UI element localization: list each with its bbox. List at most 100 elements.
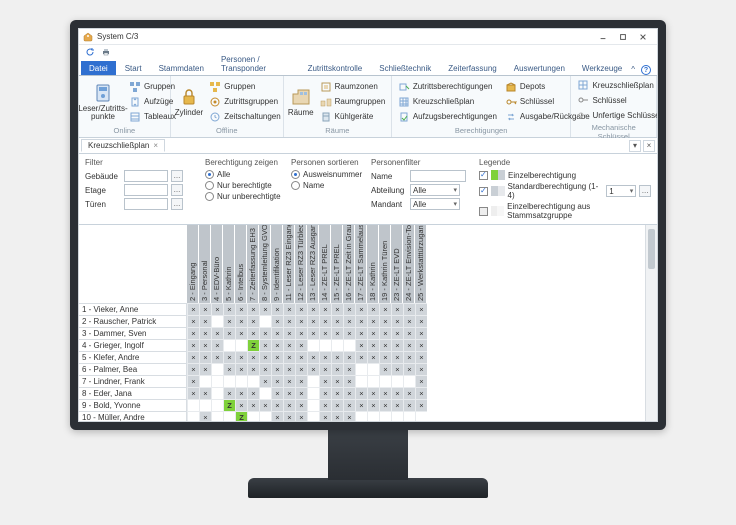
matrix-cell[interactable]: × (283, 315, 295, 327)
column-header[interactable]: 6 - Intelbus (235, 225, 247, 303)
matrix-cell[interactable]: × (331, 303, 343, 315)
matrix-cell[interactable]: × (415, 327, 427, 339)
ribbon-tab-zutritt[interactable]: Zutrittskontrolle (300, 61, 371, 75)
ribbon-tab-datei[interactable]: Datei (81, 61, 116, 75)
matrix-cell[interactable]: × (271, 303, 283, 315)
matrix-cell[interactable]: × (367, 303, 379, 315)
matrix-cell[interactable]: × (283, 411, 295, 421)
ribbon-btn-zeitschaltungen[interactable]: Zeitschaltungen (207, 110, 282, 124)
matrix-cell[interactable]: × (283, 375, 295, 387)
matrix-cell[interactable]: × (307, 363, 319, 375)
matrix-cell[interactable]: × (331, 315, 343, 327)
matrix-cell[interactable]: × (355, 327, 367, 339)
filter-etage-picker[interactable]: … (171, 184, 183, 196)
column-header[interactable]: 9 - Identifikation (271, 225, 283, 303)
matrix-cell[interactable]: × (367, 315, 379, 327)
matrix-cell[interactable]: × (367, 327, 379, 339)
minimize-button[interactable] (593, 30, 613, 44)
matrix-cell[interactable]: × (247, 363, 259, 375)
matrix-cell[interactable]: × (355, 399, 367, 411)
matrix-cell[interactable]: × (235, 303, 247, 315)
matrix-cell[interactable]: × (271, 363, 283, 375)
column-header[interactable]: 11 - Leser RZ3 Eingang (283, 225, 295, 303)
ribbon-btn-kuehlgeraete[interactable]: Kühlgeräte (318, 110, 388, 124)
matrix-cell[interactable]: × (259, 327, 271, 339)
checkbox-icon[interactable] (479, 207, 488, 216)
matrix-cell[interactable]: Z (223, 399, 235, 411)
matrix-cell[interactable]: × (283, 363, 295, 375)
matrix-cell[interactable]: × (391, 327, 403, 339)
column-header[interactable]: 15 - ZE-LT PREL (331, 225, 343, 303)
ribbon-tab-zeit[interactable]: Zeiterfassung (440, 61, 504, 75)
matrix-cell[interactable]: × (271, 387, 283, 399)
matrix-cell[interactable]: × (283, 327, 295, 339)
matrix-cell[interactable]: × (247, 387, 259, 399)
row-header[interactable]: 2 - Rauscher, Patrick (79, 315, 187, 327)
matrix-cell[interactable]: × (247, 351, 259, 363)
doc-menu-button[interactable]: ▾ (629, 140, 641, 152)
column-header[interactable]: 13 - Leser RZ3 Ausgang (307, 225, 319, 303)
matrix-cell[interactable]: × (319, 315, 331, 327)
ribbon-tab-start[interactable]: Start (117, 61, 150, 75)
pf-abteilung-select[interactable]: Alle▾ (410, 184, 460, 196)
matrix-cell[interactable] (331, 339, 343, 351)
matrix-cell[interactable]: × (247, 303, 259, 315)
matrix-cell[interactable]: × (271, 351, 283, 363)
matrix-cell[interactable]: × (295, 315, 307, 327)
matrix-cell[interactable]: × (295, 387, 307, 399)
close-button[interactable] (633, 30, 653, 44)
matrix-cell[interactable]: × (235, 315, 247, 327)
row-header[interactable]: 8 - Eder, Jana (79, 387, 187, 399)
matrix-cell[interactable]: × (295, 339, 307, 351)
matrix-cell[interactable]: × (319, 303, 331, 315)
matrix-cell[interactable]: × (403, 363, 415, 375)
matrix-cell[interactable]: × (259, 375, 271, 387)
matrix-cell[interactable]: × (343, 375, 355, 387)
column-header[interactable]: 12 - Leser RZ3 Türblech (295, 225, 307, 303)
matrix-cell[interactable] (187, 399, 199, 411)
checkbox-icon[interactable] (479, 171, 488, 180)
matrix-cell[interactable]: × (199, 411, 211, 421)
matrix-cell[interactable]: × (355, 315, 367, 327)
matrix-cell[interactable] (319, 339, 331, 351)
matrix-cell[interactable]: × (259, 351, 271, 363)
matrix-cell[interactable]: × (199, 327, 211, 339)
matrix-cell[interactable] (379, 375, 391, 387)
matrix-cell[interactable]: × (295, 375, 307, 387)
matrix-cell[interactable]: × (247, 315, 259, 327)
column-header[interactable]: 18 - Kathrin (367, 225, 379, 303)
matrix-cell[interactable]: × (343, 411, 355, 421)
matrix-cell[interactable]: × (187, 303, 199, 315)
matrix-cell[interactable]: × (379, 327, 391, 339)
matrix-cell[interactable]: × (415, 315, 427, 327)
filter-tueren-picker[interactable]: … (171, 198, 183, 210)
matrix-cell[interactable]: × (283, 351, 295, 363)
matrix-cell[interactable]: × (235, 327, 247, 339)
radio-nur-unberechtigte[interactable]: Nur unberechtigte (205, 192, 283, 201)
matrix-cell[interactable] (223, 339, 235, 351)
matrix-cell[interactable]: × (283, 303, 295, 315)
help-icon[interactable]: ? (641, 65, 651, 75)
matrix-cell[interactable]: × (307, 315, 319, 327)
refresh-icon[interactable] (85, 47, 95, 57)
matrix-cell[interactable]: × (307, 351, 319, 363)
pf-mandant-select[interactable]: Alle▾ (410, 198, 460, 210)
doc-tab-kreuzschliessplan[interactable]: Kreuzschließplan × (81, 139, 165, 152)
column-header[interactable]: 5 - Kathrin (223, 225, 235, 303)
column-header[interactable]: 3 - Personal (199, 225, 211, 303)
row-header[interactable]: 5 - Klefer, Andre (79, 351, 187, 363)
row-header[interactable]: 1 - Vieker, Anne (79, 303, 187, 315)
matrix-cell[interactable]: × (187, 339, 199, 351)
matrix-cell[interactable]: × (295, 363, 307, 375)
matrix-cell[interactable]: × (319, 363, 331, 375)
matrix-cell[interactable] (307, 387, 319, 399)
ribbon-btn-raeume[interactable]: Räume (288, 78, 314, 125)
matrix-cell[interactable] (367, 363, 379, 375)
matrix-cell[interactable]: × (355, 351, 367, 363)
matrix-cell[interactable] (259, 315, 271, 327)
ribbon-tab-stammdaten[interactable]: Stammdaten (151, 61, 212, 75)
ribbon-tab-auswert[interactable]: Auswertungen (506, 61, 573, 75)
matrix-cell[interactable] (355, 375, 367, 387)
matrix-cell[interactable]: × (259, 303, 271, 315)
matrix-cell[interactable]: × (379, 363, 391, 375)
